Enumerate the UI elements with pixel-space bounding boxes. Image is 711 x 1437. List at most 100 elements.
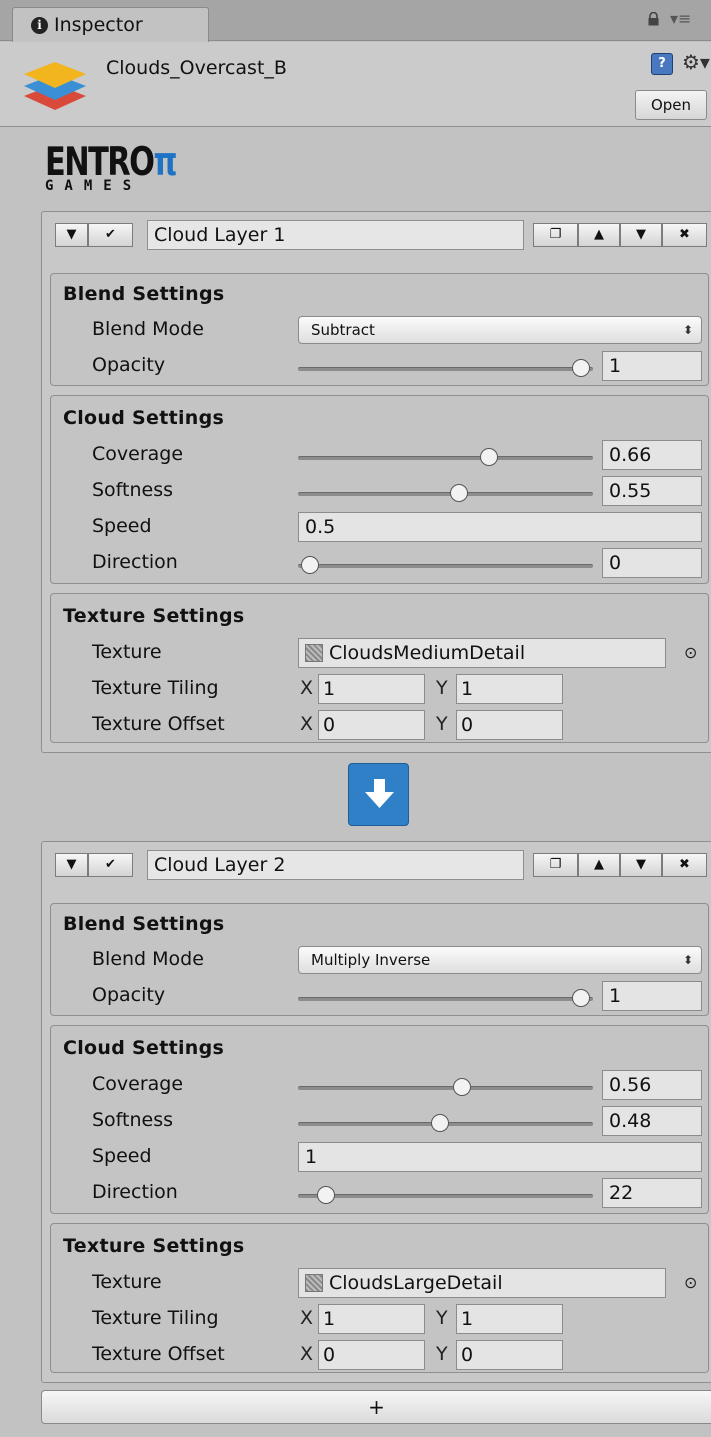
texture-tiling-label: Texture Tiling [92, 677, 219, 699]
y-label: Y [436, 677, 448, 699]
move-down-button[interactable]: ▼ [620, 853, 662, 877]
offset-x-field[interactable]: 0 [318, 710, 425, 740]
cloud-layers-icon [24, 62, 86, 110]
offset-y-field[interactable]: 0 [456, 710, 563, 740]
offset-y-field[interactable]: 0 [456, 1340, 563, 1370]
coverage-label: Coverage [92, 1073, 184, 1095]
blend-mode-dropdown[interactable]: Subtract ⬍ [298, 316, 702, 344]
foldout-button[interactable]: ▼ [55, 853, 88, 877]
add-layer-button[interactable]: + [41, 1390, 711, 1424]
opacity-field[interactable]: 1 [602, 981, 702, 1011]
asset-name: Clouds_Overcast_B [106, 57, 287, 79]
direction-slider-thumb[interactable] [301, 556, 319, 574]
remove-layer-button[interactable]: ✖ [662, 223, 707, 247]
lock-icon[interactable] [648, 12, 659, 26]
coverage-slider-track[interactable] [298, 456, 593, 460]
texture-offset-label: Texture Offset [92, 1343, 225, 1365]
opacity-slider-track[interactable] [298, 997, 593, 1001]
blend-settings-section: Blend Settings Blend Mode Subtract ⬍ Opac… [50, 273, 709, 386]
texture-label: Texture [92, 641, 162, 663]
dropdown-arrow-icon: ⬍ [682, 953, 693, 967]
y-label: Y [436, 1343, 448, 1365]
texture-label: Texture [92, 1271, 162, 1293]
opacity-label: Opacity [92, 984, 166, 1006]
opacity-field[interactable]: 1 [602, 351, 702, 381]
x-label: X [300, 1307, 314, 1329]
x-label: X [300, 713, 314, 735]
opacity-slider-thumb[interactable] [572, 359, 590, 377]
object-picker-icon[interactable]: ⊙ [684, 1273, 697, 1292]
section-title: Cloud Settings [63, 1037, 225, 1059]
entropi-logo: ENTROπ GAMES [45, 140, 178, 194]
softness-label: Softness [92, 479, 174, 501]
opacity-slider-track[interactable] [298, 367, 593, 371]
foldout-button[interactable]: ▼ [55, 223, 88, 247]
direction-slider-thumb[interactable] [317, 1186, 336, 1204]
cloud-layer-panel: ▼ ✔ Cloud Layer 2 ❐ ▲ ▼ ✖ Blend Settings… [41, 841, 711, 1383]
object-picker-icon[interactable]: ⊙ [684, 643, 697, 662]
help-icon[interactable]: ? [651, 53, 673, 75]
blend-mode-dropdown[interactable]: Multiply Inverse ⬍ [298, 946, 702, 974]
tiling-y-field[interactable]: 1 [456, 674, 563, 704]
enable-toggle[interactable]: ✔ [88, 223, 133, 247]
x-label: X [300, 1343, 314, 1365]
dropdown-arrow-icon: ⬍ [682, 323, 693, 337]
x-label: X [300, 677, 314, 699]
opacity-slider-thumb[interactable] [572, 989, 590, 1007]
y-label: Y [436, 1307, 448, 1329]
direction-slider-track[interactable] [298, 564, 593, 568]
blend-mode-label: Blend Mode [92, 948, 204, 970]
cloud-layer-panel: ▼ ✔ Cloud Layer 1 ❐ ▲ ▼ ✖ Blend Settings… [41, 211, 711, 753]
speed-field[interactable]: 0.5 [298, 512, 702, 542]
speed-label: Speed [92, 515, 152, 537]
tab-inspector[interactable]: i Inspector [12, 7, 209, 42]
texture-object-field[interactable]: CloudsLargeDetail [298, 1268, 666, 1298]
move-up-button[interactable]: ▲ [578, 853, 620, 877]
softness-slider-thumb[interactable] [450, 484, 469, 502]
speed-label: Speed [92, 1145, 152, 1167]
open-button[interactable]: Open [635, 90, 707, 120]
direction-field[interactable]: 0 [602, 548, 702, 578]
texture-thumbnail-icon [305, 1274, 323, 1292]
coverage-slider-track[interactable] [298, 1086, 593, 1090]
tiling-x-field[interactable]: 1 [318, 1304, 425, 1334]
coverage-field[interactable]: 0.66 [602, 440, 702, 470]
tab-menu-icon[interactable]: ▾≡ [670, 9, 691, 28]
remove-layer-button[interactable]: ✖ [662, 853, 707, 877]
softness-slider-thumb[interactable] [431, 1114, 450, 1132]
section-title: Blend Settings [63, 913, 225, 935]
coverage-slider-thumb[interactable] [452, 1078, 471, 1096]
move-down-button[interactable]: ▼ [620, 223, 662, 247]
direction-field[interactable]: 22 [602, 1178, 702, 1208]
move-up-button[interactable]: ▲ [578, 223, 620, 247]
duplicate-layer-button[interactable]: ❐ [533, 223, 578, 247]
layer-name-field[interactable]: Cloud Layer 1 [147, 220, 524, 250]
speed-field[interactable]: 1 [298, 1142, 702, 1172]
blend-mode-label: Blend Mode [92, 318, 204, 340]
texture-settings-section: Texture Settings Texture CloudsMediumDet… [50, 593, 709, 743]
layer-name-field[interactable]: Cloud Layer 2 [147, 850, 524, 880]
texture-thumbnail-icon [305, 644, 323, 662]
duplicate-layer-button[interactable]: ❐ [533, 853, 578, 877]
texture-object-field[interactable]: CloudsMediumDetail [298, 638, 666, 668]
softness-field[interactable]: 0.48 [602, 1106, 702, 1136]
texture-offset-label: Texture Offset [92, 713, 225, 735]
layer-order-arrow-icon [348, 763, 409, 826]
direction-label: Direction [92, 551, 178, 573]
softness-slider-track[interactable] [298, 492, 593, 496]
gear-icon[interactable]: ⚙▾ [682, 50, 710, 74]
coverage-field[interactable]: 0.56 [602, 1070, 702, 1100]
softness-field[interactable]: 0.55 [602, 476, 702, 506]
direction-label: Direction [92, 1181, 178, 1203]
direction-slider-track[interactable] [298, 1194, 593, 1198]
section-title: Texture Settings [63, 1235, 245, 1257]
enable-toggle[interactable]: ✔ [88, 853, 133, 877]
offset-x-field[interactable]: 0 [318, 1340, 425, 1370]
section-title: Texture Settings [63, 605, 245, 627]
softness-label: Softness [92, 1109, 174, 1131]
coverage-slider-thumb[interactable] [479, 448, 498, 466]
tiling-x-field[interactable]: 1 [318, 674, 425, 704]
texture-tiling-label: Texture Tiling [92, 1307, 219, 1329]
tiling-y-field[interactable]: 1 [456, 1304, 563, 1334]
y-label: Y [436, 713, 448, 735]
